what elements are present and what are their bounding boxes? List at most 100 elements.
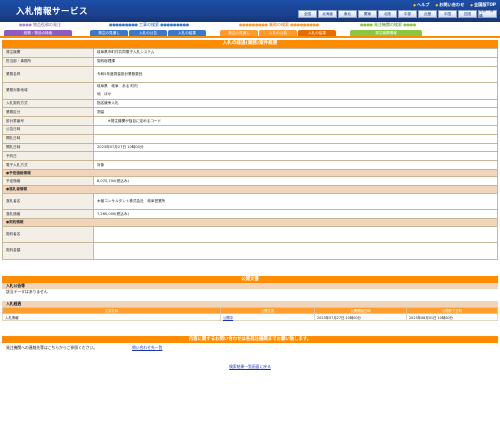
row-value: 指名競争入札	[93, 98, 498, 109]
dots-icon: ●●●●	[359, 22, 373, 27]
dots-icon: ●●●●	[403, 22, 417, 27]
row-value: 対象	[93, 160, 498, 170]
tab-services-outlook[interactable]: 発注の見通し	[220, 30, 258, 36]
row-label: 設計書番号	[2, 116, 94, 126]
region-tabs: 全国 北海道 東北 関東 北陸 中部 近畿 中国 四国 九州・沖縄	[298, 9, 497, 18]
row-value: 令和5年度測量設計業務委託	[93, 65, 498, 84]
region-tab-chugoku[interactable]: 中国	[438, 10, 457, 18]
inquiry-text: 発注機関への連絡先等はこちらからご参照ください。	[6, 344, 98, 350]
row-label: 業務名称	[2, 65, 94, 84]
row-label: 開札日時	[2, 142, 94, 153]
table-row: 設計書番号 ※発注機関が独自に定めるコード	[2, 116, 498, 126]
row-value: 木曽コンサルタント株式会社 岐阜営業所	[93, 192, 498, 211]
category-construction: ●●●●●●●●● 工事の検索 ●●●●●●●●● 発注の見通し 入札の公告 入…	[90, 22, 208, 38]
row-value: 契約総理課	[93, 56, 498, 67]
detail-table: 発注機関 岐阜県市町村共同電子入札システム 担当部・事務所 契約総理課 業務名称…	[2, 48, 498, 260]
tab-construction-notice[interactable]: 入札の公告	[129, 30, 167, 36]
region-tab-chubu[interactable]: 中部	[398, 10, 417, 18]
region-tab-kanto[interactable]: 関東	[358, 10, 377, 18]
main-content: 入札の経過(業務)案件概要 発注機関 岐阜県市町村共同電子入札システム 担当部・…	[2, 40, 498, 370]
tab-goods-search[interactable]: 役務・物品の検索	[4, 30, 72, 36]
row-value: 8,070,700(税込み)	[93, 176, 498, 187]
region-tab-national[interactable]: 全国	[298, 10, 317, 18]
row-value: 岐阜県市町村共同電子入札システム	[93, 48, 498, 58]
region-tab-hokuriku[interactable]: 北陸	[378, 10, 397, 18]
doc-start: 2023年07月27日 10時00分	[314, 313, 407, 322]
row-value	[93, 124, 498, 135]
table-row: 落札価格 7,260,000(税込み)	[2, 209, 498, 220]
row-value	[93, 225, 498, 244]
site-title[interactable]: 入札情報サービス	[16, 5, 88, 17]
table-row: 公告日時	[2, 124, 498, 135]
category-agencies: ●●●● 発注機関の検索 ●●●● 発注機関情報	[350, 22, 426, 38]
row-value: 7,260,000(税込み)	[93, 209, 498, 220]
help-link[interactable]: ヘルプ	[413, 2, 430, 8]
category-heading: 業務の検索	[269, 22, 289, 27]
table-row: 契約金額	[2, 242, 498, 260]
doc-name: 入札情報	[2, 313, 221, 322]
row-value	[93, 151, 498, 162]
region-tab-shikoku[interactable]: 四国	[458, 10, 477, 18]
table-row: 開札日時 2023年07月27日 10時00分	[2, 142, 498, 153]
row-label: 予約日	[2, 151, 94, 162]
table-row: 予約日	[2, 151, 498, 162]
region-line-extra: 地 ほか	[97, 92, 112, 97]
table-row: 入札情報 公開中 2023年07月27日 10時00分 2023年08月01日 …	[2, 313, 498, 322]
dots-icon: ●●●●	[18, 22, 32, 27]
documents-title: 公開文書	[2, 275, 498, 283]
region-tab-tohoku[interactable]: 東北	[338, 10, 357, 18]
table-row: 業務名称 令和5年度測量設計業務委託	[2, 65, 498, 84]
row-value: 2023年07月27日 10時00分	[93, 142, 498, 153]
category-goods: ●●●● 物品役務の発注 役務・物品の検索	[4, 22, 76, 38]
row-label: 開札日時	[2, 133, 94, 144]
tab-construction-result[interactable]: 入札の結果	[168, 30, 206, 36]
category-heading: 発注機関の検索	[374, 22, 402, 27]
doc-link[interactable]: 公開中	[223, 316, 233, 320]
row-value	[93, 242, 498, 260]
row-label: 電子入札方式	[2, 160, 94, 170]
table-row: 契約者名	[2, 225, 498, 244]
table-row: 落札者名 木曽コンサルタント株式会社 岐阜営業所	[2, 192, 498, 211]
region-tab-kinki[interactable]: 近畿	[418, 10, 437, 18]
row-label: 予定価格	[2, 176, 94, 187]
documents-table: 文書名称 公開文書 公開開始日時 公開終了日時 入札情報 公開中 2023年07…	[2, 307, 498, 322]
table-row: 発注機関 岐阜県市町村共同電子入札システム	[2, 48, 498, 58]
group-heading: ●予定価格情報	[2, 169, 498, 178]
row-label: 契約者名	[2, 225, 94, 244]
tab-construction-outlook[interactable]: 発注の見通し	[90, 30, 128, 36]
tab-services-notice[interactable]: 入札の公告	[259, 30, 297, 36]
row-label: 落札価格	[2, 209, 94, 220]
back-to-results-link[interactable]: 検索結果一覧画面に戻る	[229, 364, 271, 369]
contact-link[interactable]: お問い合わせ	[435, 2, 464, 8]
row-value: ※発注機関が独自に定めるコード	[93, 116, 498, 126]
group-heading: ●契約情報	[2, 218, 498, 227]
national-top-link[interactable]: 全国版TOP	[470, 2, 496, 8]
category-nav: ●●●● 物品役務の発注 役務・物品の検索 ●●●●●●●●● 工事の検索 ●●…	[0, 22, 500, 38]
region-tab-hokkaido[interactable]: 北海道	[318, 10, 337, 18]
row-label: 担当部・事務所	[2, 56, 94, 67]
row-label: 入札契約方式	[2, 98, 94, 109]
contact-list-link[interactable]: 問い合わせ先一覧	[132, 345, 162, 351]
doc-end: 2023年08月01日 10時00分	[406, 313, 498, 322]
row-label: 発注機関	[2, 48, 94, 58]
header-links: ヘルプ お問い合わせ 全国版TOP	[413, 2, 496, 8]
inquiry-title: 内容に関するお問い合わせは各発注機関までお願い致します。	[2, 336, 498, 344]
detail-title: 入札の経過(業務)案件概要	[2, 40, 498, 48]
row-label: 落札者名	[2, 192, 94, 211]
region-tab-kyushu[interactable]: 九州・沖縄	[478, 9, 497, 18]
tab-agency-info[interactable]: 発注機関情報	[350, 30, 422, 36]
table-row: 業務区分 測量	[2, 107, 498, 118]
row-value: 測量	[93, 107, 498, 118]
region-line: 岐阜県 岐阜 ある 町内	[97, 84, 138, 89]
category-heading: 物品役務の発注	[33, 22, 62, 27]
table-row: 開札日時	[2, 133, 498, 144]
row-value	[93, 133, 498, 144]
table-row: 担当部・事務所 契約総理課	[2, 56, 498, 67]
category-services: ●●●●●●●●● 業務の検索 ●●●●●●●●● 発注の見通し 入札の公告 入…	[220, 22, 338, 38]
dots-icon: ●●●●●●●●●	[109, 22, 138, 27]
category-heading: 工事の検索	[139, 22, 159, 27]
table-row: 入札契約方式 指名競争入札	[2, 98, 498, 109]
row-label: 公告日時	[2, 124, 94, 135]
dots-icon: ●●●●●●●●●	[160, 22, 189, 27]
tab-services-result-active[interactable]: 入札の結果	[298, 30, 336, 36]
